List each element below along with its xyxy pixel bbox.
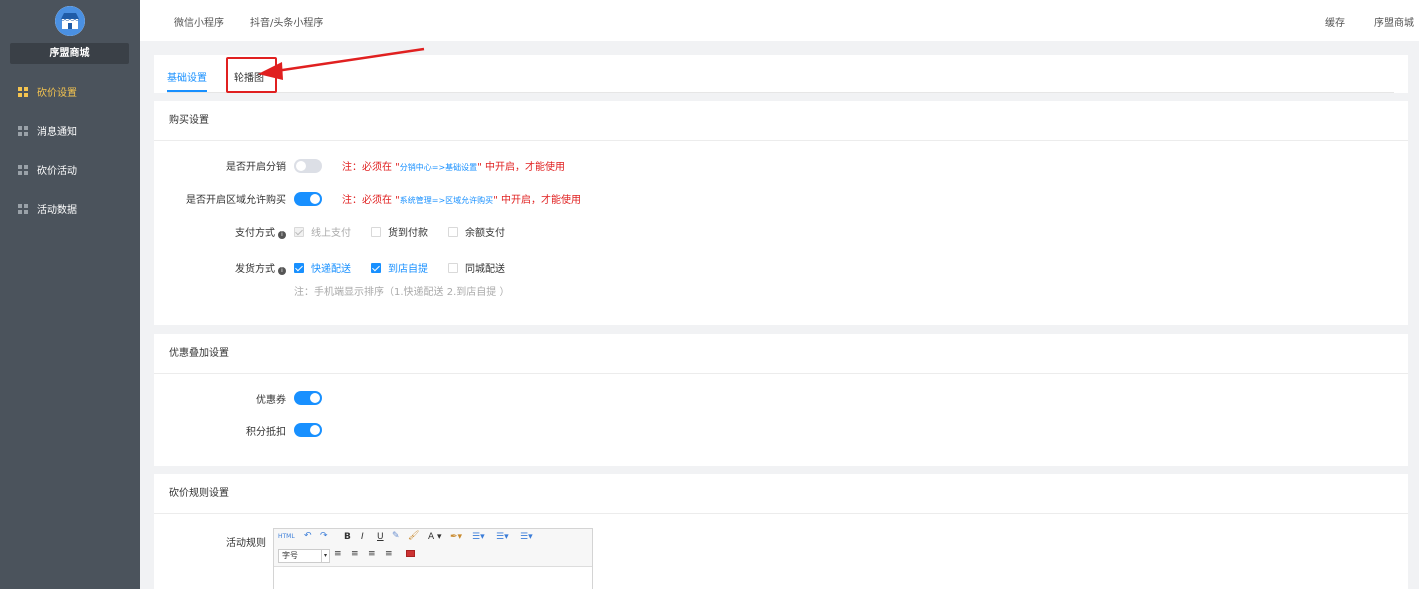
- info-icon: i: [278, 267, 286, 275]
- grid-icon: [18, 203, 28, 214]
- coupon-label: 优惠券: [256, 395, 286, 406]
- payment-cod-checkbox[interactable]: 货到付款: [371, 224, 428, 239]
- region-purchase-toggle[interactable]: [294, 192, 322, 206]
- underline-icon[interactable]: U: [377, 532, 384, 542]
- bargain-rules-card: 砍价规则设置 活动规则 HTML ↶ ↷ B I U ✎ 🖌 A ▾ ✒▾ ☰▾…: [154, 474, 1408, 589]
- distribution-note: 注：必须在 "分销中心=>基础设置" 中开启，才能使用: [342, 162, 565, 173]
- sidebar-item-label: 砍价设置: [37, 88, 77, 99]
- logo-area: 序盟商城: [0, 0, 140, 68]
- unordered-list-icon[interactable]: ☰▾: [496, 532, 509, 542]
- tab-wechat-miniprogram[interactable]: 微信小程序: [174, 14, 224, 29]
- grid-icon: [18, 86, 28, 97]
- cache-button[interactable]: 缓存: [1325, 14, 1345, 29]
- shop-name: 序盟商城: [10, 43, 129, 64]
- shop-logo: [55, 6, 85, 36]
- tab-basic-settings[interactable]: 基础设置: [167, 69, 207, 84]
- settings-tabs: 基础设置 轮播图: [154, 55, 1408, 93]
- align-left-icon[interactable]: ≡: [334, 549, 342, 559]
- payment-online-checkbox[interactable]: 线上支付: [294, 224, 351, 239]
- ordered-list-icon[interactable]: ☰▾: [472, 532, 485, 542]
- user-menu[interactable]: 序盟商城: [1374, 14, 1414, 29]
- line-height-icon[interactable]: ☰▾: [520, 532, 533, 542]
- delivery-order-hint: 注：手机端显示排序（1.快递配送 2.到店自提 ）: [294, 287, 510, 298]
- sidebar-item-label: 砍价活动: [37, 166, 77, 177]
- payment-balance-checkbox[interactable]: 余额支付: [448, 224, 505, 239]
- tab-divider: [167, 92, 1394, 93]
- delivery-local-checkbox[interactable]: 同城配送: [448, 260, 505, 275]
- sidebar-item-label: 消息通知: [37, 127, 77, 138]
- insert-image-icon[interactable]: [406, 550, 415, 557]
- distribution-label: 是否开启分销: [226, 162, 286, 173]
- payment-method-label: 支付方式 i: [154, 224, 286, 239]
- eraser-icon[interactable]: ✎: [392, 531, 400, 541]
- points-deduction-label: 积分抵扣: [246, 427, 286, 438]
- align-justify-icon[interactable]: ≡: [385, 549, 393, 559]
- sidebar-item-bargain-activities[interactable]: 砍价活动: [0, 150, 140, 189]
- delivery-express-checkbox[interactable]: 快递配送: [294, 260, 351, 275]
- bold-icon[interactable]: B: [344, 532, 351, 542]
- points-deduction-toggle[interactable]: [294, 423, 322, 437]
- grid-icon: [18, 164, 28, 175]
- format-painter-icon[interactable]: 🖌: [408, 531, 419, 541]
- editor-toolbar: HTML ↶ ↷ B I U ✎ 🖌 A ▾ ✒▾ ☰▾ ☰▾ ☰▾ 字号 ▾ ≡…: [274, 529, 592, 567]
- align-center-icon[interactable]: ≡: [351, 549, 359, 559]
- html-source-button[interactable]: HTML: [278, 533, 295, 540]
- delivery-method-label: 发货方式 i: [154, 260, 286, 275]
- sidebar-menu: 砍价设置 消息通知 砍价活动 活动数据: [0, 72, 140, 228]
- font-size-select[interactable]: 字号 ▾: [278, 549, 330, 563]
- card-title: 购买设置: [154, 101, 1408, 141]
- region-purchase-label: 是否开启区域允许购买: [186, 195, 286, 206]
- undo-icon[interactable]: ↶: [304, 531, 312, 541]
- tab-douyin-miniprogram[interactable]: 抖音/头条小程序: [250, 14, 323, 29]
- align-right-icon[interactable]: ≡: [368, 549, 376, 559]
- info-icon: i: [278, 231, 286, 239]
- sidebar-item-activity-data[interactable]: 活动数据: [0, 189, 140, 228]
- card-title: 砍价规则设置: [154, 474, 1408, 514]
- annotation-highlight-box: [226, 57, 277, 93]
- rich-text-editor[interactable]: HTML ↶ ↷ B I U ✎ 🖌 A ▾ ✒▾ ☰▾ ☰▾ ☰▾ 字号 ▾ ≡…: [273, 528, 593, 589]
- discount-stacking-card: 优惠叠加设置 优惠券 积分抵扣: [154, 334, 1408, 466]
- highlight-color-icon[interactable]: ✒▾: [450, 532, 462, 542]
- redo-icon[interactable]: ↷: [320, 531, 328, 541]
- top-bar: 微信小程序 抖音/头条小程序 缓存 序盟商城: [140, 0, 1419, 41]
- font-color-icon[interactable]: A ▾: [428, 532, 442, 542]
- sidebar-item-notifications[interactable]: 消息通知: [0, 111, 140, 150]
- card-title: 优惠叠加设置: [154, 334, 1408, 374]
- delivery-pickup-checkbox[interactable]: 到店自提: [371, 260, 428, 275]
- italic-icon[interactable]: I: [361, 532, 364, 542]
- active-tab-indicator: [167, 90, 207, 92]
- grid-icon: [18, 125, 28, 136]
- sidebar: 序盟商城 砍价设置 消息通知 砍价活动 活动数据: [0, 0, 140, 589]
- region-purchase-note: 注：必须在 "系统管理=>区域允许购买" 中开启，才能使用: [342, 195, 581, 206]
- activity-rules-label: 活动规则: [226, 538, 266, 549]
- coupon-toggle[interactable]: [294, 391, 322, 405]
- purchase-settings-card: 购买设置 是否开启分销 注：必须在 "分销中心=>基础设置" 中开启，才能使用 …: [154, 101, 1408, 325]
- sidebar-item-bargain-settings[interactable]: 砍价设置: [0, 72, 140, 111]
- sidebar-item-label: 活动数据: [37, 205, 77, 216]
- distribution-toggle[interactable]: [294, 159, 322, 173]
